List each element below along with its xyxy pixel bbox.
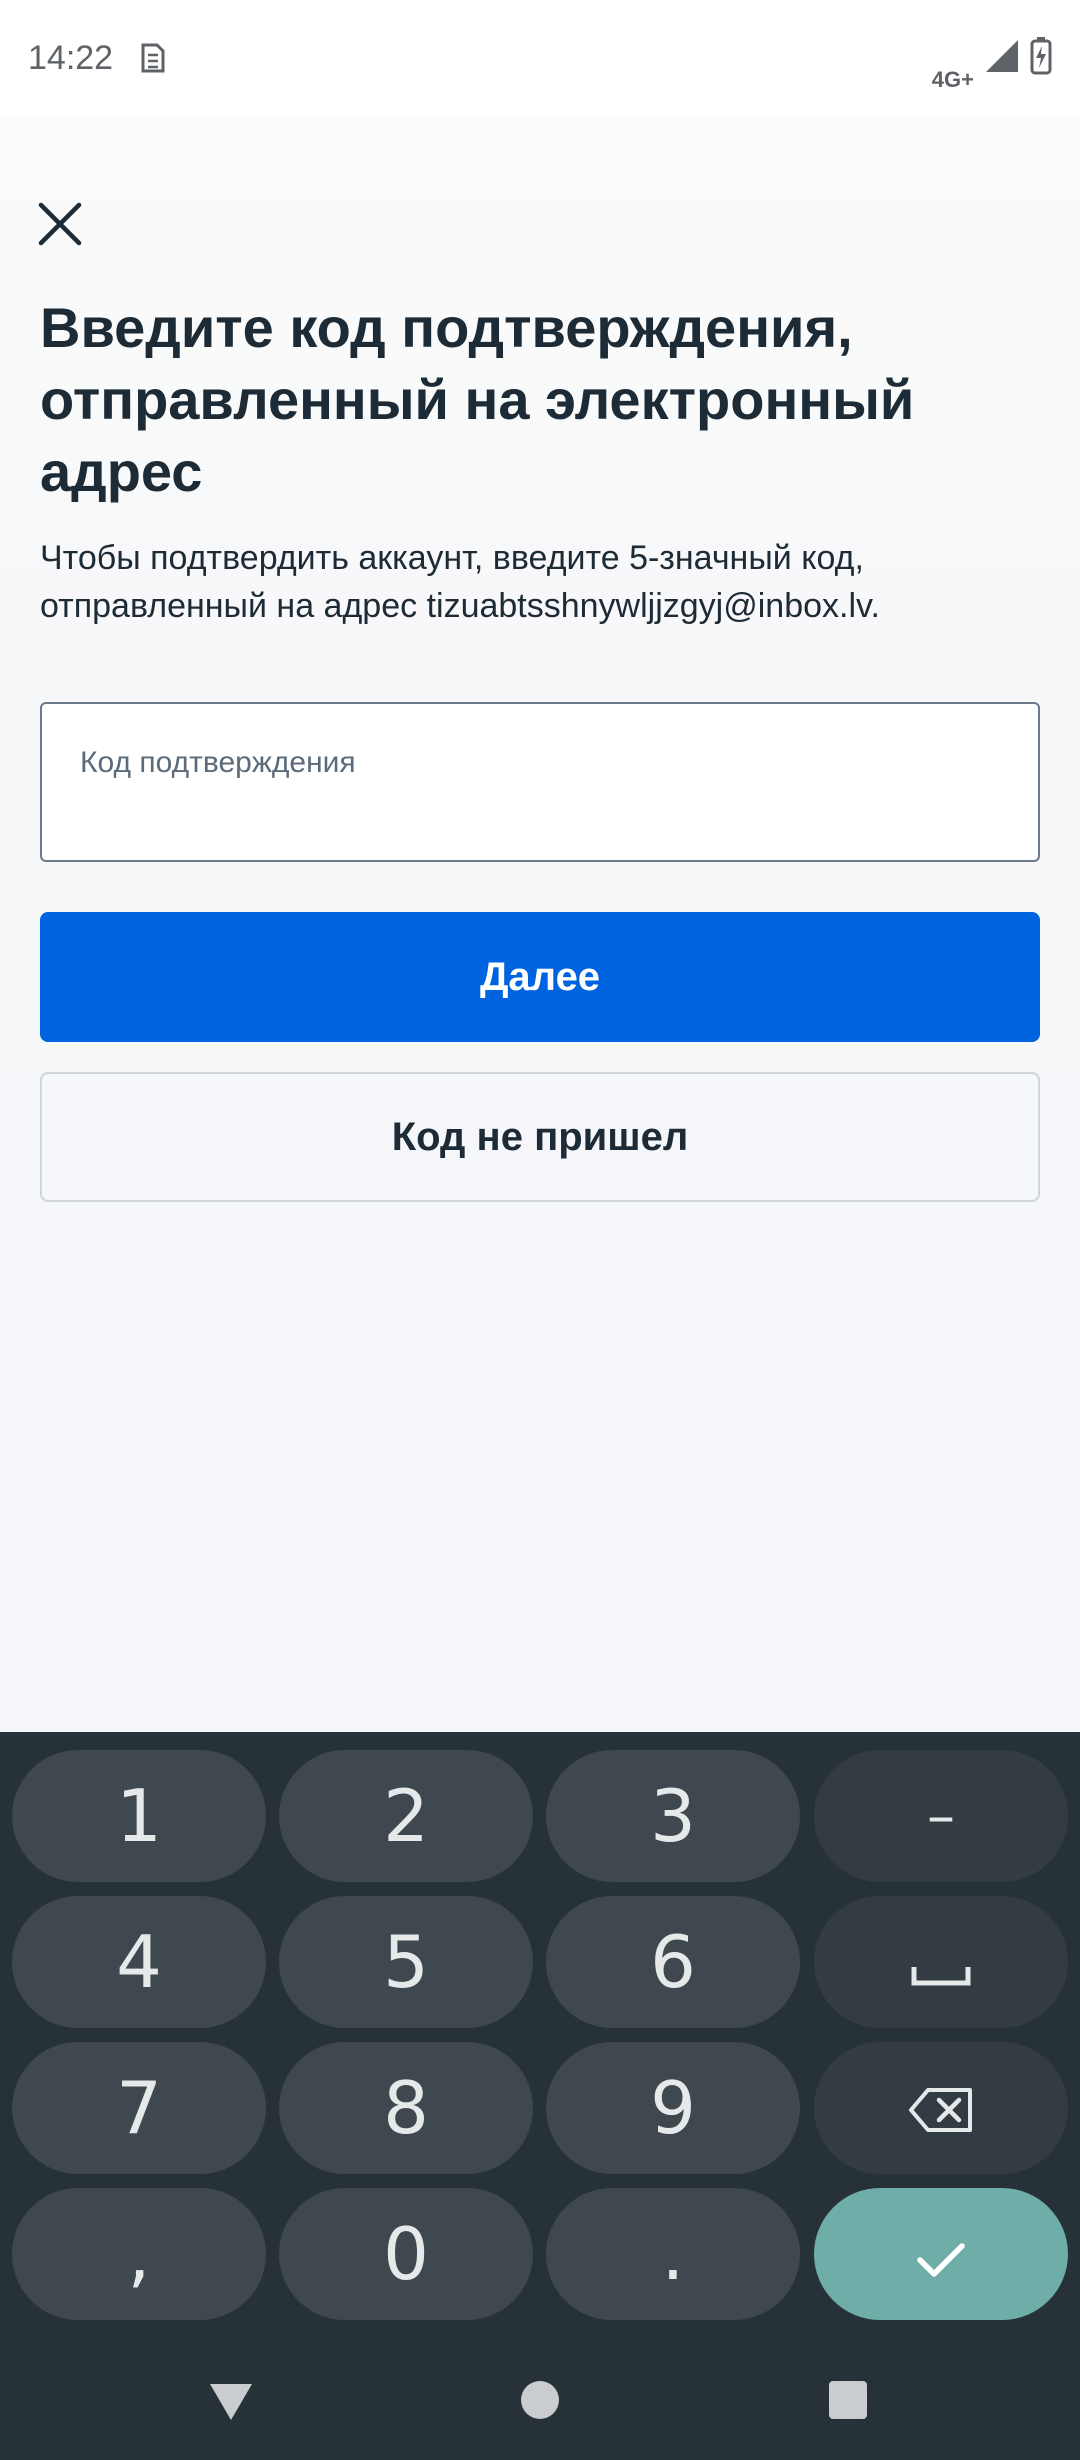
key-2[interactable]: 2: [279, 1750, 533, 1882]
key-9[interactable]: 9: [546, 2042, 800, 2174]
close-icon: [38, 202, 82, 251]
content-area: Введите код подтверждения, отправленный …: [0, 116, 1080, 1732]
code-field-placeholder: Код подтверждения: [80, 746, 356, 779]
screen: 14:22 4G+ Введите код подтверждения, отп…: [0, 0, 1080, 2460]
key-6[interactable]: 6: [546, 1896, 800, 2028]
key-4[interactable]: 4: [12, 1896, 266, 2028]
key-done[interactable]: [814, 2188, 1068, 2320]
key-7[interactable]: 7: [12, 2042, 266, 2174]
key-0[interactable]: 0: [279, 2188, 533, 2320]
space-icon: [911, 1920, 971, 2004]
network-type: 4G+: [931, 67, 974, 92]
key-5[interactable]: 5: [279, 1896, 533, 2028]
status-right-icons: 4G+: [932, 23, 1052, 93]
key-1[interactable]: 1: [12, 1750, 266, 1882]
battery-charging-icon: [1030, 36, 1052, 80]
key-space[interactable]: [814, 1896, 1068, 2028]
key-8[interactable]: 8: [279, 2042, 533, 2174]
key-minus[interactable]: –: [814, 1750, 1068, 1882]
sim-card-icon: [139, 40, 169, 76]
status-bar: 14:22 4G+: [0, 0, 1080, 116]
status-time: 14:22: [28, 38, 114, 77]
key-3[interactable]: 3: [546, 1750, 800, 1882]
verification-code-field[interactable]: Код подтверждения: [40, 702, 1040, 862]
check-icon: [916, 2212, 966, 2296]
resend-code-button[interactable]: Код не пришел: [40, 1072, 1040, 1202]
nav-home-button[interactable]: [521, 2381, 559, 2419]
back-triangle-icon: [208, 2384, 254, 2426]
key-backspace[interactable]: [814, 2042, 1068, 2174]
numeric-keyboard: 1 2 3 – 4 5 6 7 8 9 , 0 .: [0, 1732, 1080, 2460]
backspace-icon: [908, 2066, 974, 2150]
nav-recents-button[interactable]: [829, 2381, 867, 2419]
key-period[interactable]: .: [546, 2188, 800, 2320]
signal-icon: [984, 38, 1020, 79]
close-button[interactable]: [30, 196, 90, 256]
next-button[interactable]: Далее: [40, 912, 1040, 1042]
page-title: Введите код подтверждения, отправленный …: [40, 296, 915, 503]
nav-back-button[interactable]: [208, 2382, 254, 2422]
page-subtitle: Чтобы подтвердить аккаунт, введите 5-зна…: [40, 539, 880, 625]
key-comma[interactable]: ,: [12, 2188, 266, 2320]
